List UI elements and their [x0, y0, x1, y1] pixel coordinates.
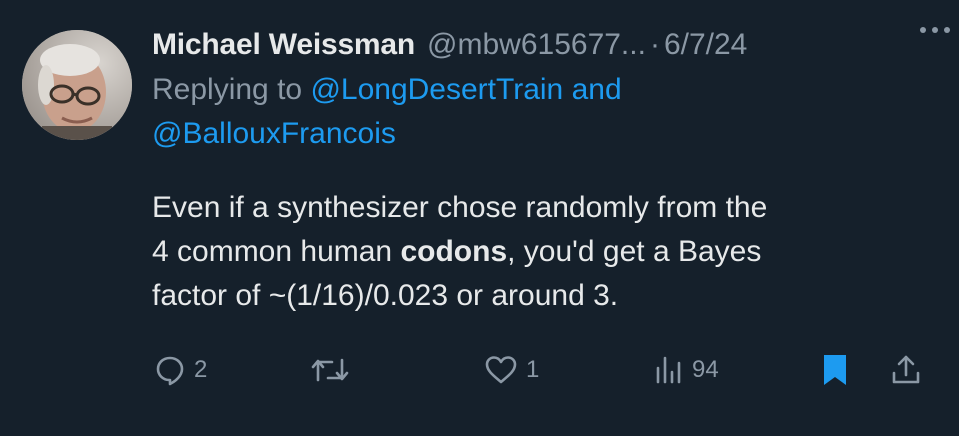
avatar-photo — [22, 30, 132, 140]
reply-count: 2 — [194, 356, 208, 383]
mention-conjunction: and — [571, 73, 622, 106]
tweet-content: Michael Weissman @mbw615677... · 6/7/24 … — [152, 22, 942, 318]
tweet-actions: 2 1 94 — [152, 348, 942, 392]
author-name[interactable]: Michael Weissman — [152, 22, 415, 68]
tweet-line-2-post: , you'd get a Bayes — [507, 235, 762, 268]
separator-dot: · — [649, 28, 660, 61]
reply-button[interactable]: 2 — [154, 348, 207, 392]
speech-bubble-icon — [154, 354, 186, 386]
retweet-icon — [310, 354, 350, 386]
views-count: 94 — [692, 356, 719, 383]
retweet-button[interactable] — [310, 348, 350, 392]
like-count: 1 — [526, 356, 540, 383]
bookmark-icon — [820, 353, 850, 387]
author-handle[interactable]: @mbw615677... — [427, 22, 646, 68]
tweet-bold-codons: codons — [400, 235, 508, 268]
tweet-header: Michael Weissman @mbw615677... · 6/7/24 — [152, 22, 942, 68]
tweet-line-2-pre: 4 common human — [152, 235, 401, 268]
heart-icon — [484, 354, 518, 386]
share-icon — [890, 353, 922, 387]
avatar[interactable] — [22, 30, 132, 140]
tweet-body: Even if a synthesizer chose randomly fro… — [152, 186, 922, 318]
replying-to: Replying to @LongDesertTrain and — [152, 68, 942, 112]
tweet-date[interactable]: 6/7/24 — [664, 22, 747, 68]
replying-to-line2: @BallouxFrancois — [152, 112, 942, 156]
tweet-line-1: Even if a synthesizer chose randomly fro… — [152, 191, 768, 224]
bar-chart-icon — [654, 354, 684, 386]
like-button[interactable]: 1 — [484, 348, 539, 392]
views-button[interactable]: 94 — [654, 348, 719, 392]
mention-balloux[interactable]: @BallouxFrancois — [152, 117, 396, 150]
tweet-line-3: factor of ~(1/16)/0.023 or around 3. — [152, 279, 619, 312]
tweet-line-2: 4 common human codons, you'd get a Bayes — [152, 230, 922, 274]
bookmark-button[interactable] — [820, 348, 850, 392]
replying-to-prefix: Replying to — [152, 73, 303, 106]
share-button[interactable] — [890, 348, 922, 392]
more-dots-icon[interactable] — [919, 22, 951, 40]
mention-longdeserttrain[interactable]: @LongDesertTrain — [310, 73, 563, 106]
